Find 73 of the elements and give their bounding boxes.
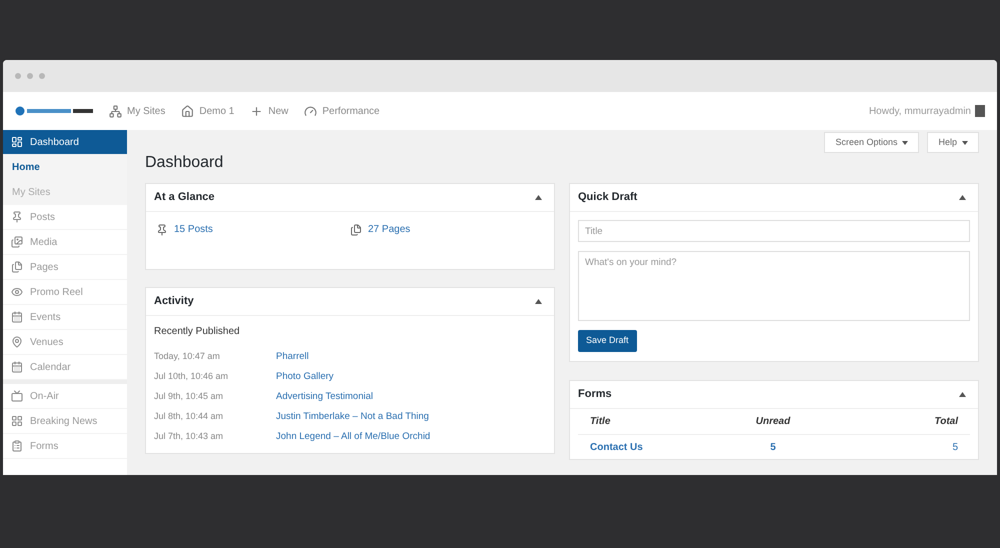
section-heading: Recently Published (154, 325, 241, 339)
post-link[interactable]: Advertising Testimonial (276, 390, 373, 404)
admin-bar-link[interactable]: New (250, 104, 288, 118)
up-triangle-icon (534, 195, 542, 200)
sidebar-item[interactable]: Breaking News (3, 409, 127, 434)
widget-title: Activity (154, 294, 194, 310)
unread-count[interactable]: 5 (708, 440, 838, 454)
title-input-field[interactable]: Title (578, 220, 970, 242)
post-date: Jul 9th, 10:45 am (154, 390, 224, 404)
pages-icon (350, 224, 362, 236)
admin-bar-link[interactable]: My Sites (109, 104, 166, 118)
post-link[interactable]: Justin Timberlake – Not a Bad Thing (276, 410, 429, 424)
admin-bar-label: My Sites (127, 104, 166, 118)
admin-bar-label: New (268, 104, 288, 118)
post-date: Jul 7th, 10:43 am (154, 430, 224, 444)
glance-link[interactable]: 27 Pages (350, 222, 544, 237)
column-header: Title (590, 415, 612, 429)
widget-title: Forms (578, 387, 612, 402)
admin-bar-link[interactable]: Demo 1 (181, 104, 234, 118)
admin-bar-link[interactable]: Performance (304, 104, 380, 118)
sidebar-item[interactable]: Media (3, 230, 127, 255)
calendar-icon (11, 311, 23, 323)
caret-icon (902, 140, 908, 144)
sidebar-item[interactable]: Dashboard (3, 130, 127, 155)
widget-title: At a Glance (154, 190, 215, 206)
post-link[interactable]: Pharrell (276, 350, 309, 364)
up-triangle-icon (534, 299, 542, 304)
post-link[interactable]: John Legend – All of Me/Blue Orchid (276, 430, 430, 444)
post-link[interactable]: Photo Gallery (276, 370, 334, 384)
gauge-icon (304, 104, 318, 118)
up-triangle-icon (958, 392, 966, 397)
sidebar-item[interactable]: Events (3, 305, 127, 330)
sidebar-item[interactable]: Promo Reel (3, 280, 127, 305)
grid-icon (11, 415, 23, 427)
eye-icon (11, 286, 23, 298)
tab-toggle-button[interactable]: Help (927, 132, 979, 153)
column-header: Total (933, 415, 958, 429)
widget-title: Quick Draft (578, 190, 638, 206)
tab-toggle-button[interactable]: Screen Options (824, 132, 920, 153)
pages-icon (11, 261, 23, 273)
clipboard-icon (11, 440, 23, 452)
sidebar-item[interactable]: Pages (3, 255, 127, 280)
up-triangle-icon (958, 195, 966, 200)
admin-bar-label: Demo 1 (199, 104, 234, 118)
pin-icon (11, 211, 23, 223)
form-link[interactable]: Contact Us (590, 440, 708, 454)
calendar-icon (11, 361, 23, 373)
pin-icon (156, 224, 168, 236)
total-count[interactable]: 5 (838, 440, 958, 454)
post-date: Jul 10th, 10:46 am (154, 370, 230, 384)
sidebar-item[interactable]: On-Air (3, 384, 127, 409)
page-title: Dashboard (145, 153, 224, 173)
submenu-item[interactable]: Home (3, 155, 127, 180)
glance-link[interactable]: 15 Posts (156, 222, 350, 237)
images-icon (11, 236, 23, 248)
column-header: Unread (754, 415, 792, 429)
location-pin-icon (11, 336, 23, 348)
content-text-area[interactable]: What's on your mind? (578, 251, 970, 321)
submenu-item[interactable]: My Sites (3, 180, 127, 205)
admin-bar-label: Performance (322, 104, 380, 118)
dashboard-icon (11, 136, 23, 148)
tv-icon (11, 390, 23, 402)
sidebar-item[interactable]: Venues (3, 330, 127, 355)
sidebar-item[interactable]: Posts (3, 205, 127, 230)
post-date: Today, 10:47 am (154, 350, 221, 364)
house-icon (181, 104, 194, 118)
caret-icon (962, 140, 968, 144)
network-icon (109, 104, 122, 118)
sidebar-item[interactable]: Forms (3, 434, 127, 459)
save-draft-button[interactable]: Save Draft (578, 330, 637, 352)
greeting-text[interactable]: Howdy, mmurrayadmin (868, 104, 971, 118)
plus-icon (250, 104, 264, 118)
post-date: Jul 8th, 10:44 am (154, 410, 224, 424)
